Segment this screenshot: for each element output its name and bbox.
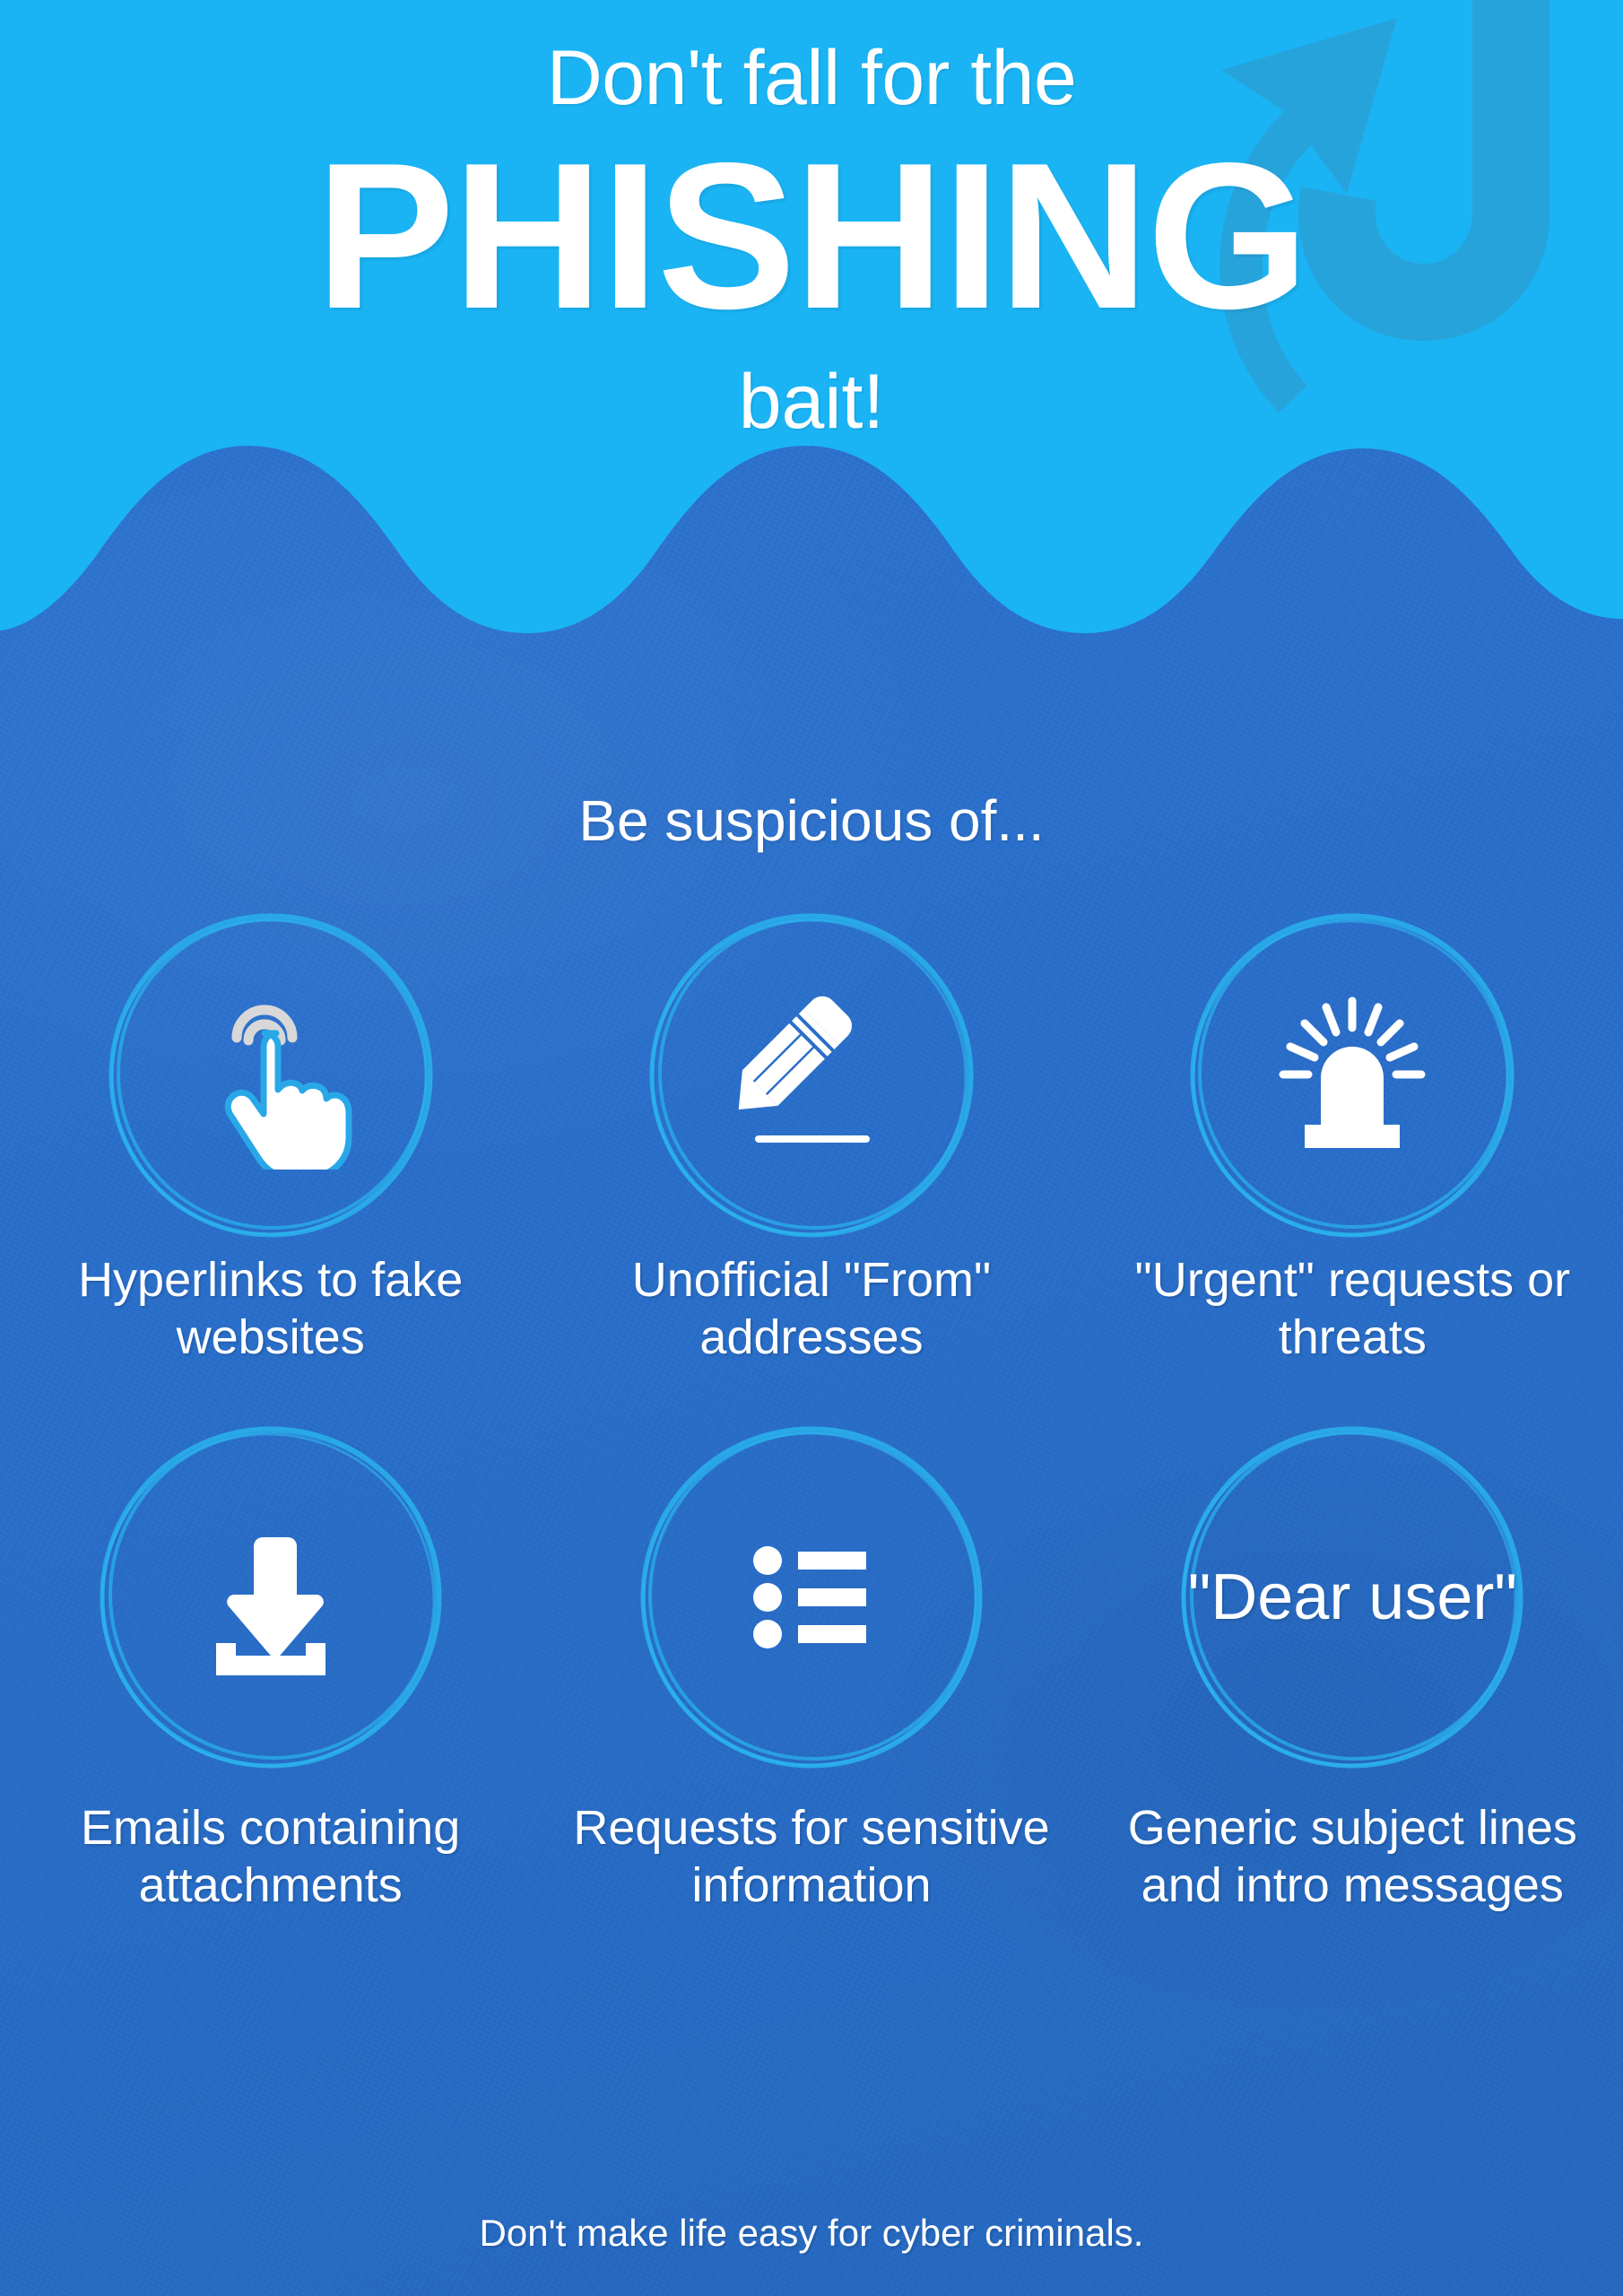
warning-item-sensitive-info: Requests for sensitive information <box>541 1418 1081 1914</box>
warning-item-generic-greeting: "Dear user" Generic subject lines and in… <box>1082 1418 1623 1914</box>
icon-circle: "Dear user" <box>1173 1418 1532 1777</box>
warning-caption: Hyperlinks to fake websites <box>78 1253 464 1364</box>
header-text-block: Don't fall for the PHISHING bait! <box>0 0 1623 610</box>
warning-grid-row-1: Hyperlinks to fake websites Unofficial "… <box>0 906 1623 1366</box>
warning-item-attachments: Emails containing attachments <box>0 1418 541 1914</box>
warning-caption: Generic subject lines and intro messages <box>1127 1801 1577 1913</box>
download-attachment-icon <box>177 1503 365 1692</box>
page-title: PHISHING <box>316 120 1308 353</box>
dear-user-text-icon: "Dear user" <box>1187 1561 1517 1633</box>
header-line-3: bait! <box>738 358 885 445</box>
warning-caption: Requests for sensitive information <box>573 1801 1050 1913</box>
icon-circle <box>91 1418 450 1777</box>
main-content: Be suspicious of... Hyperlinks to fake w… <box>0 718 1623 2296</box>
footer-tagline: Don't make life easy for cyber criminals… <box>479 2212 1144 2254</box>
pencil-writing-icon <box>717 981 906 1170</box>
icon-circle <box>1183 906 1522 1245</box>
siren-alarm-light-icon <box>1258 981 1446 1170</box>
bulleted-list-icon <box>717 1503 906 1692</box>
header-line-1: Don't fall for the <box>546 35 1077 121</box>
phishing-awareness-poster: Don't fall for the PHISHING bait! Be sus… <box>0 0 1623 2296</box>
warning-item-urgent-requests: "Urgent" requests or threats <box>1082 906 1623 1366</box>
icon-circle <box>101 906 440 1245</box>
warning-caption: Emails containing attachments <box>81 1801 461 1913</box>
icon-circle <box>632 1418 991 1777</box>
icon-circle <box>642 906 981 1245</box>
header-band: Don't fall for the PHISHING bait! <box>0 0 1623 718</box>
warning-item-hyperlinks: Hyperlinks to fake websites <box>0 906 541 1366</box>
click-hand-cursor-icon <box>177 981 365 1170</box>
section-subheading: Be suspicious of... <box>578 788 1045 853</box>
warning-item-from-address: Unofficial "From" addresses <box>541 906 1081 1366</box>
warning-caption: Unofficial "From" addresses <box>631 1253 992 1364</box>
warning-caption: "Urgent" requests or threats <box>1134 1253 1571 1364</box>
warning-grid-row-2: Emails containing attachments Requests f… <box>0 1418 1623 1914</box>
